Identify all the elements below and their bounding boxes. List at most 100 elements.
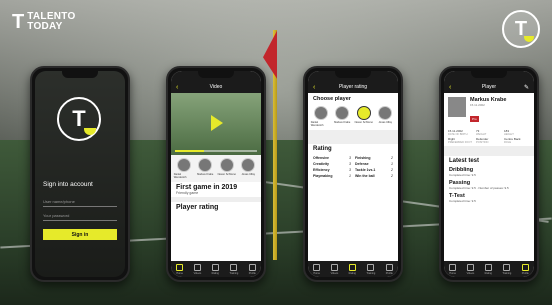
- skill-label: Offensive: [313, 156, 329, 160]
- password-field[interactable]: Your password: [43, 211, 117, 221]
- home-icon: [449, 263, 457, 271]
- badge-swoosh: [524, 36, 534, 42]
- skill-value: 3: [349, 162, 351, 166]
- info-label: DATE OF BIRTH: [448, 133, 468, 136]
- rating-section: Rating: [308, 144, 398, 154]
- tab-training[interactable]: Training: [502, 263, 512, 275]
- tab-label: Training: [502, 271, 512, 275]
- video-player[interactable]: [171, 93, 261, 155]
- rating-row[interactable]: Playmaking 1 Win the ball 2: [313, 174, 393, 178]
- edit-icon[interactable]: ✎: [524, 84, 529, 91]
- player-info-grid: 15.11.2002 DATE OF BIRTH 73 WEIGHT 183 HEIG…: [444, 127, 534, 146]
- back-icon[interactable]: ‹: [449, 84, 451, 91]
- video-progress-bar[interactable]: [175, 150, 257, 152]
- skill-label: Win the ball: [355, 174, 375, 178]
- phone-video: ‹ Video Daniel Wenderoth Markus Krabe Ne…: [166, 66, 266, 282]
- tab-videos[interactable]: Videos: [193, 263, 201, 275]
- phone-rating: ‹ Player rating Choose player Daniel Wen…: [303, 66, 403, 282]
- profile-icon: [248, 263, 256, 271]
- home-icon: [176, 263, 184, 271]
- video-icon: [330, 263, 338, 271]
- player-name: Jonas Ulfay: [241, 173, 256, 176]
- tab-profile[interactable]: Profile: [248, 263, 256, 275]
- brand-badge-icon: T: [502, 10, 540, 48]
- tab-rating[interactable]: Rating: [212, 263, 219, 275]
- rating-row[interactable]: Efficiency 3 Tackle 1vs.1 2: [313, 168, 393, 172]
- rating-row[interactable]: Creativity 3 Defense 1: [313, 162, 393, 166]
- video-screen: ‹ Video Daniel Wenderoth Markus Krabe Ne…: [171, 71, 261, 277]
- skill-label: Finishing: [355, 156, 371, 160]
- player-avatar-selected[interactable]: Neven Schlomo: [354, 106, 374, 127]
- tab-rating[interactable]: Rating: [485, 263, 492, 275]
- tab-videos[interactable]: Videos: [466, 263, 475, 275]
- app-logo-swoosh: [84, 128, 96, 135]
- play-icon[interactable]: [211, 115, 223, 131]
- tab-home[interactable]: Home: [313, 263, 321, 275]
- tab-label: Home: [313, 271, 321, 275]
- skill-value: 2: [391, 168, 393, 172]
- rating-icon: [348, 263, 356, 271]
- info-label: PREFERRED FOOT: [448, 141, 472, 144]
- avatar-image: [335, 106, 350, 120]
- phone-notch: [335, 71, 371, 78]
- info-label: POSITION: [476, 141, 489, 144]
- tab-label: Rating: [348, 271, 356, 275]
- player-avatar[interactable]: Daniel Wenderoth: [311, 106, 331, 127]
- player-photo: [448, 97, 466, 117]
- tab-profile[interactable]: Profile: [521, 263, 529, 275]
- player-dob: 15.11.2002: [470, 103, 485, 107]
- skill-value: 2: [391, 156, 393, 160]
- player-name: Daniel Wenderoth: [173, 173, 187, 179]
- player-avatar[interactable]: Daniel Wenderoth: [174, 158, 194, 179]
- rating-table: Offensive 3 Finishing 2 Creativity 3 Defense 1…: [308, 154, 398, 182]
- tab-training[interactable]: Training: [229, 263, 239, 275]
- tab-label: Profile: [521, 271, 529, 275]
- tab-label: Training: [229, 271, 239, 275]
- tab-label: Training: [366, 271, 376, 275]
- signin-button[interactable]: Sign in: [43, 229, 117, 240]
- info-cell: Defender POSITION: [476, 137, 502, 144]
- player-avatar[interactable]: Markus Krabe: [195, 158, 215, 179]
- back-icon[interactable]: ‹: [313, 84, 315, 91]
- avatar-image: [241, 158, 256, 172]
- phone-notch: [62, 71, 98, 78]
- info-cell: 183 HEIGHT: [504, 129, 530, 136]
- skill-value: 3: [349, 168, 351, 172]
- tab-label: Home: [176, 271, 184, 275]
- player-name: Markus Krabe: [334, 121, 351, 124]
- tab-videos[interactable]: Videos: [330, 263, 338, 275]
- rating-row[interactable]: Offensive 3 Finishing 2: [313, 156, 393, 160]
- tab-home[interactable]: Home: [176, 263, 184, 275]
- tab-label: Videos: [466, 271, 475, 275]
- tab-rating[interactable]: Rating: [348, 263, 356, 275]
- player-avatar[interactable]: Jonas Ulfay: [375, 106, 395, 127]
- player-avatar[interactable]: Markus Krabe: [332, 106, 352, 127]
- tab-label: Profile: [248, 271, 256, 275]
- player-avatar[interactable]: Jonas Ulfay: [238, 158, 258, 179]
- player-name: Daniel Wenderoth: [310, 121, 324, 127]
- player-avatar[interactable]: Neven Schlomo: [217, 158, 237, 179]
- test-detail: Completed time: 9.5: [449, 173, 476, 177]
- rating-title: Player rating: [338, 84, 368, 90]
- player-name: Markus Krabe: [197, 173, 214, 176]
- app-logo-icon: T: [57, 97, 101, 141]
- skill-label: Efficiency: [313, 168, 330, 172]
- training-icon: [230, 263, 238, 271]
- test-detail: Completed time: 9.5: [449, 199, 476, 203]
- player-rating-section[interactable]: Player rating: [171, 202, 261, 213]
- username-field[interactable]: User name/phone: [43, 197, 117, 207]
- game-subtitle: Friendly game: [176, 191, 199, 195]
- corner-flag: [263, 30, 277, 82]
- skill-label: Creativity: [313, 162, 329, 166]
- tab-profile[interactable]: Profile: [386, 263, 393, 275]
- marketing-stage: T TALENTO TODAY T T Sign into account Us…: [0, 0, 552, 305]
- skill-label: Tackle 1vs.1: [355, 168, 376, 172]
- video-progress-fill: [175, 150, 204, 152]
- tab-home[interactable]: Home: [449, 263, 457, 275]
- avatar-image: [313, 106, 328, 120]
- video-icon: [193, 263, 201, 271]
- tab-bar: Home Videos Rating Training Profile: [171, 261, 261, 277]
- tab-training[interactable]: Training: [366, 263, 376, 275]
- rating-player-list: Daniel Wenderoth Markus Krabe Neven Schl…: [308, 103, 398, 130]
- back-icon[interactable]: ‹: [176, 84, 178, 91]
